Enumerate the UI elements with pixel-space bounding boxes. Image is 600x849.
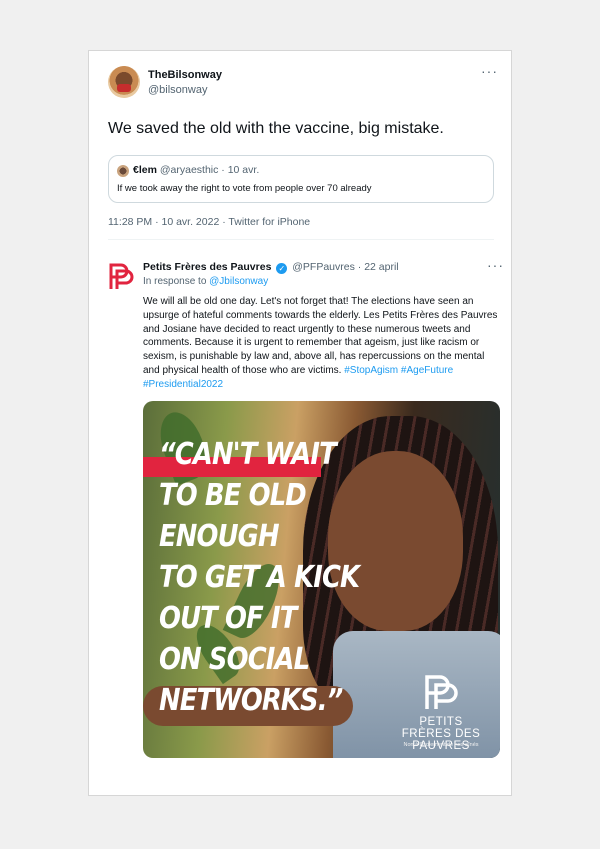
quoted-date: · 10 avr. [221, 164, 260, 176]
divider [108, 239, 494, 240]
more-options-icon[interactable]: ··· [481, 63, 498, 79]
quoted-handle: @aryaesthic [159, 164, 219, 176]
user-avatar[interactable] [108, 66, 140, 98]
user-handle[interactable]: @bilsonway [148, 84, 207, 96]
quoted-name: €lem [133, 164, 157, 176]
brand-tagline: Non à l'isolement de nos aînés [403, 742, 479, 748]
reply-body: We will all be old one day. Let's not fo… [143, 296, 498, 376]
campaign-poster-image[interactable]: “CAN'T WAIT TO BE OLD ENOUGH TO GET A KI… [143, 401, 500, 758]
tweet-timestamp[interactable]: 11:28 PM · 10 avr. 2022 · Twitter for iP… [108, 216, 310, 228]
petits-freres-logo-icon[interactable] [108, 261, 134, 291]
in-response-label: In response to [143, 276, 210, 287]
reply-author-name[interactable]: Petits Frères des Pauvres [143, 261, 271, 273]
quoted-avatar [117, 165, 129, 177]
quoted-tweet[interactable]: €lem @aryaesthic · 10 avr. If we took aw… [108, 155, 494, 203]
verified-badge-icon: ✓ [276, 263, 288, 274]
in-response-handle-link[interactable]: @Jbilsonway [209, 276, 268, 287]
screenshot-card: TheBilsonway @bilsonway ··· We saved the… [88, 50, 512, 796]
poster-slogan: “CAN'T WAIT TO BE OLD ENOUGH TO GET A KI… [159, 437, 360, 718]
reply-text: We will all be old one day. Let's not fo… [143, 295, 499, 392]
quoted-text: If we took away the right to vote from p… [117, 183, 372, 194]
reply-header: Petits Frères des Pauvres ✓ @PFPauvres ·… [143, 261, 399, 274]
brand-logo-icon [425, 675, 458, 709]
reply-date[interactable]: · 22 april [358, 261, 399, 273]
quoted-header: €lem @aryaesthic · 10 avr. [133, 164, 259, 176]
more-options-icon[interactable]: ··· [487, 257, 504, 273]
in-response-to: In response to @Jbilsonway [143, 276, 268, 287]
tweet-text: We saved the old with the vaccine, big m… [108, 120, 444, 137]
reply-author-handle[interactable]: @PFPauvres [292, 261, 355, 273]
user-name[interactable]: TheBilsonway [148, 69, 222, 81]
